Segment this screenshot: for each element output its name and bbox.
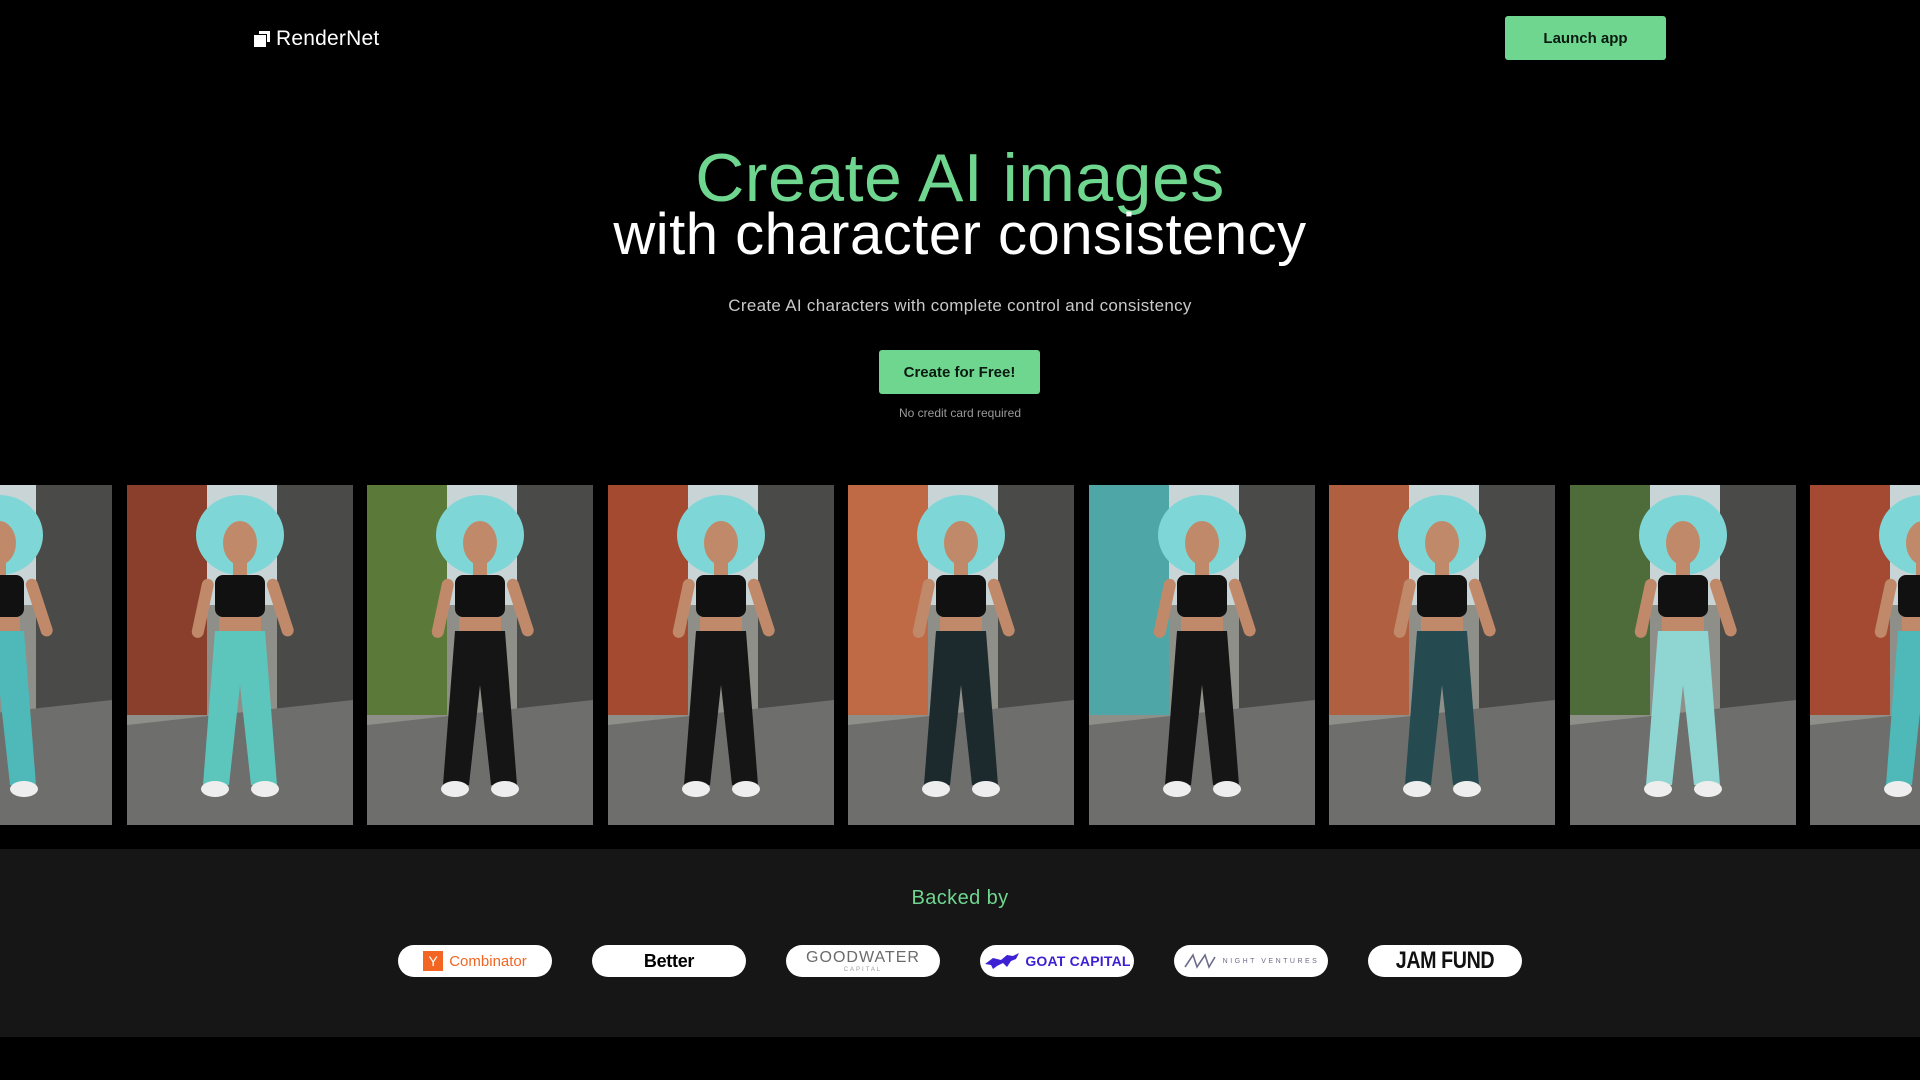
investor-goat-capital: GOAT CAPITAL (980, 945, 1134, 977)
backed-by-section: Backed by Y Combinator Better GOODWATER … (0, 849, 1920, 1037)
hero-subtitle: Create AI characters with complete contr… (728, 296, 1192, 315)
no-credit-card-note: No credit card required (898, 406, 1022, 420)
backed-by-title: Backed by (911, 887, 1009, 909)
gallery-image (1089, 485, 1315, 825)
gallery-image (127, 485, 353, 825)
investor-better: Better (592, 945, 746, 977)
gallery-image (1810, 485, 1920, 825)
investor-y-combinator: Y Combinator (398, 945, 552, 977)
y-combinator-text: Combinator (449, 952, 527, 970)
logo-text: RenderNet (276, 27, 380, 50)
gallery-image (0, 485, 112, 825)
better-text: Better (643, 950, 695, 971)
gallery-image (1329, 485, 1555, 825)
goat-capital-text: GOAT CAPITAL (1025, 953, 1131, 969)
gallery-image (848, 485, 1074, 825)
goodwater-text: GOODWATER (806, 948, 920, 966)
investor-night-ventures: NIGHT VENTURES (1174, 945, 1328, 977)
goat-logo-icon (985, 953, 1020, 969)
character-gallery (0, 485, 1920, 825)
investor-goodwater: GOODWATER CAPITAL (786, 945, 940, 977)
create-for-free-button[interactable]: Create for Free! (879, 350, 1040, 394)
launch-app-button[interactable]: Launch app (1505, 16, 1666, 60)
gallery-image (608, 485, 834, 825)
top-nav: RenderNet Launch app (0, 0, 1920, 76)
gallery-image (367, 485, 593, 825)
hero-title-line-2: with character consistency (613, 202, 1307, 267)
gallery-image (1570, 485, 1796, 825)
night-ventures-text: NIGHT VENTURES (1222, 957, 1320, 965)
jam-fund-text: JAM FUND (1395, 947, 1495, 974)
night-ventures-logo-icon (1183, 953, 1216, 969)
logo-icon (254, 31, 270, 47)
rendernet-logo[interactable]: RenderNet (254, 26, 379, 52)
goodwater-sub-text: CAPITAL (843, 966, 883, 973)
y-combinator-logo-icon: Y (423, 951, 444, 971)
investor-jam-fund: JAM FUND (1368, 945, 1522, 977)
